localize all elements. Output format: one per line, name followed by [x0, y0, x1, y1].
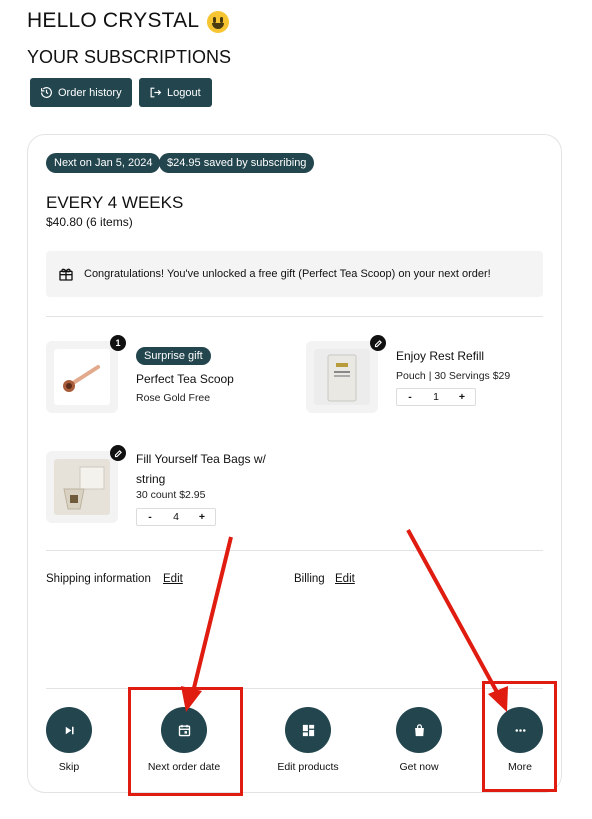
annotation-arrow-line: [406, 529, 500, 695]
annotation-arrow-line: [191, 536, 233, 693]
annotation-arrowhead: [181, 686, 202, 712]
annotation-arrows: [181, 529, 508, 712]
